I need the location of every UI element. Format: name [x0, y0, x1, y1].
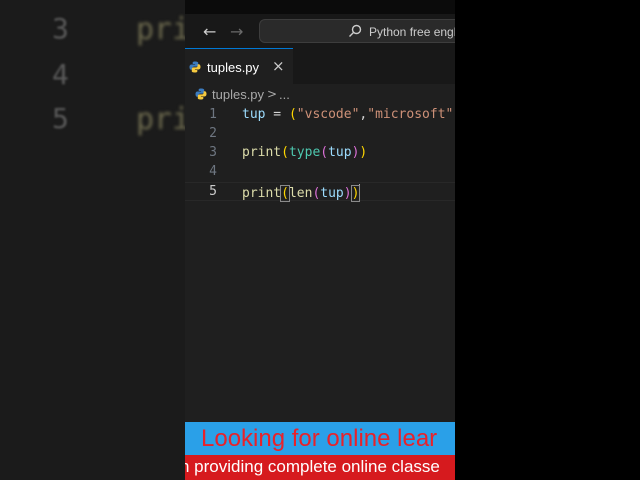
code-token: ( — [280, 185, 290, 202]
bg-line: 4 — [0, 58, 185, 98]
code-token: print — [242, 145, 282, 160]
code-text: print(type(tup)) — [242, 145, 367, 160]
code-line[interactable]: 4 — [185, 163, 455, 182]
bg-line: 5 pri — [0, 102, 185, 142]
title-bar: ← → Python free engl — [185, 0, 455, 48]
tab-label: tuples.py — [207, 60, 260, 75]
line-number: 5 — [209, 184, 217, 199]
code-line[interactable]: 1 tup = ("vscode","microsoft", — [185, 106, 455, 125]
tab-bar: tuples.py × — [185, 48, 455, 84]
code-token: ) — [343, 186, 352, 201]
line-number: 2 — [209, 126, 217, 141]
chevron-right-icon: > — [267, 87, 278, 101]
search-text: Python free engl — [369, 25, 455, 39]
python-file-icon — [189, 61, 201, 73]
code-token: ( — [281, 145, 289, 160]
blurred-background-left: 3 pri 4 5 pri — [0, 0, 185, 480]
code-token: ( — [320, 145, 329, 160]
breadcrumb: tuples.py > ... — [185, 84, 455, 106]
code-line[interactable]: 5 print(len(tup)) — [185, 182, 455, 202]
code-token: tup — [320, 186, 344, 201]
forward-arrow-icon[interactable]: → — [230, 22, 243, 41]
bg-code: pri — [136, 12, 185, 47]
promo-banner-bottom: n providing complete online classe — [185, 455, 455, 480]
bg-line-number: 4 — [52, 58, 69, 91]
bg-line: 3 pri — [0, 12, 185, 52]
code-token: type — [288, 145, 321, 160]
line-number: 1 — [209, 107, 217, 122]
background-right — [455, 0, 640, 480]
bg-code: pri — [136, 102, 185, 137]
breadcrumb-file[interactable]: tuples.py — [212, 87, 264, 102]
bg-line-number: 3 — [52, 12, 69, 45]
code-token: , — [453, 107, 455, 122]
python-file-icon — [195, 88, 207, 100]
code-text: print(len(tup)) — [242, 184, 361, 202]
code-token: ( — [288, 107, 297, 122]
code-line[interactable]: 2 — [185, 125, 455, 144]
code-editor[interactable]: 1tup = ("vscode","microsoft",23print(typ… — [185, 106, 455, 421]
code-token: print — [242, 186, 282, 201]
code-token: ) — [359, 145, 368, 160]
code-token: "vscode" — [296, 107, 360, 122]
search-icon — [349, 24, 362, 37]
back-arrow-icon[interactable]: ← — [203, 22, 216, 41]
code-text: tup = ("vscode","microsoft", — [242, 107, 455, 122]
vscode-window: ← → Python free engl tuples.py × tuples.… — [185, 0, 455, 480]
top-strip — [185, 0, 455, 14]
bg-line-number: 5 — [52, 102, 69, 135]
tab-tuples-py[interactable]: tuples.py × — [185, 48, 293, 84]
code-token: len — [288, 186, 313, 201]
text-cursor — [359, 184, 361, 199]
promo-banner-bottom-text: n providing complete online classe — [185, 457, 440, 476]
breadcrumb-symbols[interactable]: ... — [279, 87, 290, 102]
line-number: 3 — [209, 145, 217, 160]
code-token: tup — [242, 107, 266, 122]
code-token: tup — [328, 145, 352, 160]
line-number: 4 — [209, 164, 217, 179]
code-token: "microsoft" — [367, 107, 454, 122]
command-center-search[interactable]: Python free engl — [259, 19, 455, 43]
code-token: ) — [350, 185, 361, 202]
promo-banner-top-text: Looking for online lear — [201, 425, 438, 452]
promo-banner-top: Looking for online lear — [185, 422, 455, 455]
close-icon[interactable]: × — [272, 57, 285, 75]
code-token: = — [265, 107, 289, 122]
code-line[interactable]: 3 print(type(tup)) — [185, 144, 455, 163]
